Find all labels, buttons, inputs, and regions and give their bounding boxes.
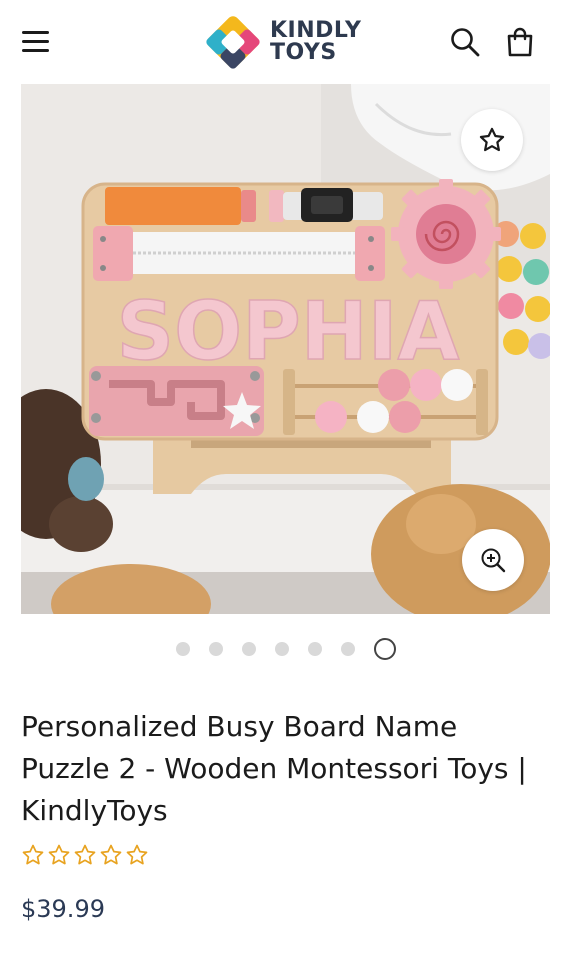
gallery-dot-7-active[interactable] — [373, 638, 396, 660]
brand-name-line1: KINDLY — [270, 18, 362, 43]
brand-name: KINDLY TOYS — [270, 20, 361, 64]
star-rating-icon — [74, 844, 96, 865]
star-rating-icon — [48, 844, 70, 865]
star-outline-icon — [479, 127, 505, 152]
product-photo: SOPHIA — [21, 84, 550, 614]
gallery-dot-2[interactable] — [208, 642, 223, 656]
product-title: Personalized Busy Board Name Puzzle 2 - … — [21, 710, 527, 827]
brand-name-line2: TOYS — [270, 40, 337, 65]
board-name-text: SOPHIA — [117, 285, 460, 378]
gallery-pagination — [0, 636, 571, 662]
site-header: KINDLY TOYS — [0, 0, 571, 84]
zoom-button[interactable] — [462, 529, 524, 591]
shopping-bag-icon[interactable] — [505, 26, 535, 58]
gallery-dot-4[interactable] — [274, 642, 289, 656]
brand-logo[interactable]: KINDLY TOYS — [204, 12, 374, 72]
zoom-in-icon — [481, 548, 506, 573]
hamburger-menu-icon[interactable] — [22, 28, 50, 54]
gallery-dot-6[interactable] — [340, 642, 355, 656]
gallery-dot-1[interactable] — [175, 642, 190, 656]
product-image-gallery[interactable]: SOPHIA — [21, 84, 550, 614]
search-icon[interactable] — [449, 26, 481, 58]
brand-logo-mark-icon — [206, 16, 260, 69]
star-rating-icon — [100, 844, 122, 865]
star-rating-icon — [126, 844, 148, 865]
rating-stars[interactable] — [21, 843, 149, 867]
gallery-dot-3[interactable] — [241, 642, 256, 656]
product-price: $39.99 — [21, 895, 105, 923]
favorite-button[interactable] — [461, 109, 523, 171]
star-rating-icon — [22, 844, 44, 865]
gallery-dot-5[interactable] — [307, 642, 322, 656]
